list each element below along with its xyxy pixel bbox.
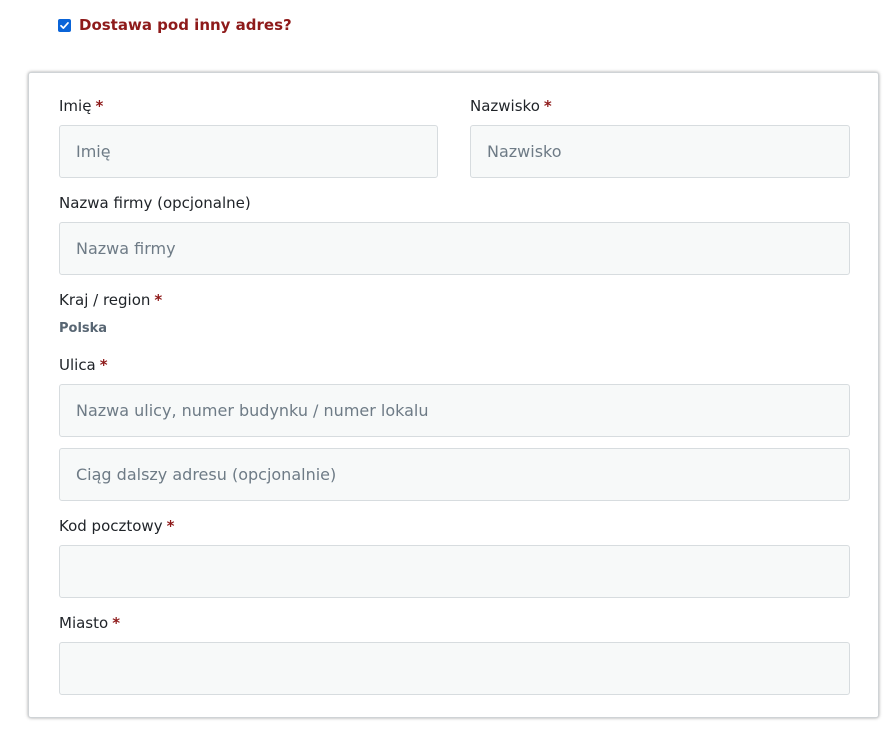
country-label-text: Kraj / region xyxy=(59,291,151,309)
company-input[interactable] xyxy=(59,222,850,275)
street-label: Ulica * xyxy=(59,356,108,374)
last-name-label-text: Nazwisko xyxy=(470,97,540,115)
ship-to-different-address-toggle[interactable]: Dostawa pod inny adres? xyxy=(58,16,292,34)
company-label-text: Nazwa firmy (opcjonalne) xyxy=(59,194,251,212)
street-line-1-input[interactable] xyxy=(59,384,850,437)
first-name-input[interactable] xyxy=(59,125,438,178)
company-label: Nazwa firmy (opcjonalne) xyxy=(59,194,251,212)
street-line-2-input[interactable] xyxy=(59,448,850,501)
shipping-form-card: Imię* Nazwisko* Nazwa firmy (opcjonalne)… xyxy=(28,72,879,718)
city-label-text: Miasto xyxy=(59,614,109,632)
first-name-label: Imię * xyxy=(59,97,103,115)
last-name-input[interactable] xyxy=(470,125,850,178)
postcode-label-text: Kod pocztowy xyxy=(59,517,163,535)
required-asterisk: * xyxy=(112,614,121,632)
required-asterisk: * xyxy=(543,97,552,115)
ship-to-different-label: Dostawa pod inny adres? xyxy=(79,16,292,34)
last-name-label: Nazwisko * xyxy=(470,97,552,115)
shipping-address-section: Dostawa pod inny adres? Imię* Nazwisko* … xyxy=(0,0,892,730)
required-asterisk: * xyxy=(154,291,163,309)
country-label: Kraj / region * xyxy=(59,291,162,309)
postcode-input[interactable] xyxy=(59,545,850,598)
required-asterisk: * xyxy=(95,97,104,115)
postcode-label: Kod pocztowy * xyxy=(59,517,174,535)
required-asterisk: * xyxy=(166,517,175,535)
ship-to-different-checkbox[interactable] xyxy=(58,18,71,32)
street-label-text: Ulica xyxy=(59,356,96,374)
first-name-label-text: Imię xyxy=(59,97,92,115)
check-icon xyxy=(60,21,69,29)
country-value: Polska xyxy=(59,321,108,336)
city-label: Miasto * xyxy=(59,614,120,632)
required-asterisk: * xyxy=(99,356,108,374)
city-input[interactable] xyxy=(59,642,850,695)
